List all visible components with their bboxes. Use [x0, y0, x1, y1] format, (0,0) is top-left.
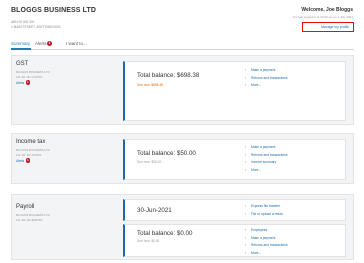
account-panel-gst: GST BLOGGS BUSINESS LTD 111 111 111 GST0… — [11, 55, 354, 125]
link-label: Income summary — [251, 160, 277, 165]
link-label: More... — [251, 250, 262, 255]
link-make-payment[interactable]: › Make a payment — [245, 236, 288, 244]
link-express-file-transfer[interactable]: › Express file transfer — [245, 204, 283, 212]
lodgement-card: 30-Jun-2021 › Express file transfer › File… — [123, 199, 346, 221]
chevron-right-icon: › — [245, 235, 247, 240]
account-number: 111 111 111 INC001 — [16, 153, 42, 157]
link-label: More... — [251, 83, 262, 88]
chevron-right-icon: › — [245, 211, 247, 216]
balance-card: Total balance: $698.38 Due now: $698.38 … — [123, 61, 346, 121]
account-alerts-label: Alerts — [16, 81, 25, 85]
link-make-payment[interactable]: › Make a payment — [245, 68, 288, 76]
account-title[interactable]: GST — [16, 61, 28, 67]
card-links: › Make a payment › Returns and transaction… — [245, 68, 288, 91]
link-returns-transactions[interactable]: › Returns and transactions — [245, 153, 288, 161]
link-file-upload-return[interactable]: › File or upload a return — [245, 212, 283, 220]
link-label: Employees — [251, 228, 268, 232]
due-now: Due now: $698.38 — [137, 83, 163, 87]
account-title[interactable]: Income tax — [16, 139, 45, 145]
chevron-right-icon: › — [245, 75, 247, 80]
chevron-right-icon: › — [245, 167, 247, 172]
account-business: BLOGGS BUSINESS LTD — [16, 70, 50, 74]
link-income-summary[interactable]: › Income summary — [245, 160, 288, 168]
link-returns-transactions[interactable]: › Returns and transactions — [245, 243, 288, 251]
business-address: 1 MAIN STREET, ANYTOWN 0000 — [11, 25, 61, 29]
chevron-right-icon: › — [245, 243, 247, 248]
welcome-text: Welcome, Joe Bloggs — [301, 7, 353, 13]
account-alerts-label: Alerts — [16, 159, 25, 163]
chevron-right-icon: › — [245, 152, 247, 157]
tab-i-want-to[interactable]: I want to... — [66, 41, 87, 46]
account-alerts-link[interactable]: Alerts 1 — [16, 80, 31, 85]
link-label: Returns and transactions — [251, 243, 288, 248]
account-business: BLOGGS BUSINESS LTD — [16, 213, 50, 217]
account-business: BLOGGS BUSINESS LTD — [16, 148, 50, 152]
link-returns-transactions[interactable]: › Returns and transactions — [245, 76, 288, 84]
total-balance: Total balance: $50.00 — [137, 150, 196, 157]
link-more[interactable]: › More... — [245, 251, 288, 259]
link-label: Returns and transactions — [251, 152, 288, 157]
alert-badge-icon: 1 — [25, 158, 31, 163]
due-now: Due now: $50.00 — [137, 160, 162, 164]
balance-card: Total balance: $50.00 Due now: $50.00 › M… — [123, 139, 346, 180]
link-make-payment[interactable]: › Make a payment — [245, 145, 288, 153]
link-label: Returns and transactions — [251, 75, 288, 80]
card-links: › Make a payment › Returns and transaction… — [245, 145, 288, 175]
link-label: Express file transfer — [251, 204, 281, 208]
alert-badge-icon: 1 — [25, 80, 31, 85]
tab-summary[interactable]: Summary — [11, 41, 30, 46]
link-label: Make a payment — [251, 235, 276, 240]
total-balance: Total balance: $698.38 — [137, 72, 200, 79]
tab-bar: Summary Alerts 1 I want to... — [11, 40, 354, 50]
link-more[interactable]: › More... — [245, 83, 288, 91]
account-panel-income-tax: Income tax BLOGGS BUSINESS LTD 111 111 1… — [11, 133, 354, 184]
account-number: 111 111 111 GST001 — [16, 75, 43, 79]
link-label: Make a payment — [251, 68, 276, 72]
business-id: ABN 00 000 000 — [11, 20, 35, 24]
account-number: 111 111 111 EMP001 — [16, 218, 43, 222]
link-employees[interactable]: › Employees — [245, 228, 288, 236]
tab-alerts[interactable]: Alerts 1 — [35, 41, 53, 46]
link-label: Make a payment — [251, 145, 276, 149]
link-label: File or upload a return — [251, 211, 284, 216]
alert-badge-icon: 1 — [47, 41, 53, 46]
chevron-right-icon: › — [245, 145, 247, 149]
card-links: › Employees › Make a payment › Returns and … — [245, 228, 288, 258]
lodgement-date: 30-Jun-2021 — [137, 207, 172, 214]
account-alerts-link[interactable]: Alerts 1 — [16, 158, 31, 163]
due-now: Due now: $0.00 — [137, 239, 160, 243]
total-balance: Total balance: $0.00 — [137, 230, 193, 237]
chevron-right-icon: › — [245, 83, 247, 88]
chevron-right-icon: › — [245, 204, 247, 208]
link-label: More... — [251, 167, 262, 172]
chevron-right-icon: › — [245, 228, 247, 232]
link-more[interactable]: › More... — [245, 168, 288, 176]
chevron-right-icon: › — [245, 250, 247, 255]
account-title[interactable]: Payroll — [16, 204, 34, 210]
card-links: › Express file transfer › File or upload a… — [245, 204, 283, 219]
last-login-note: You last logged in at 10:00 am on 1 July… — [292, 15, 353, 19]
chevron-right-icon: › — [245, 68, 247, 72]
manage-profile-link[interactable]: Manage my profile — [302, 22, 354, 32]
chevron-right-icon: › — [245, 160, 247, 165]
balance-card: Total balance: $0.00 Due now: $0.00 › Emp… — [123, 224, 346, 257]
business-name: BLOGGS BUSINESS LTD — [11, 7, 96, 14]
tab-alerts-label: Alerts — [35, 41, 47, 46]
tab-summary-indicator — [11, 48, 31, 50]
account-panel-payroll: Payroll BLOGGS BUSINESS LTD 111 111 111 … — [11, 194, 354, 260]
